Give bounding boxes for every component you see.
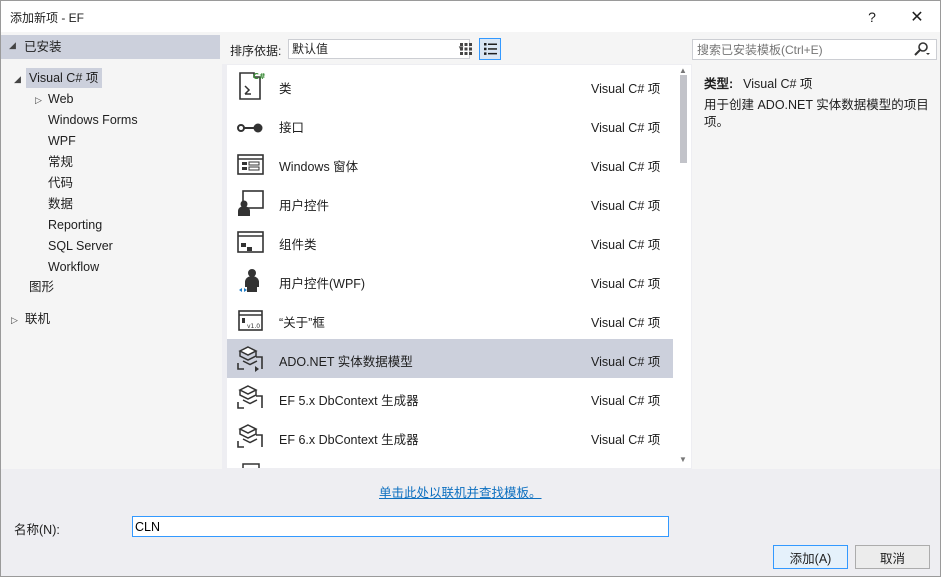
- template-name: “关于”框: [279, 316, 325, 330]
- dbcontext-generator-icon: [237, 424, 263, 448]
- user-control-icon: [238, 190, 264, 216]
- scroll-up-icon[interactable]: ▲: [679, 66, 687, 75]
- add-button[interactable]: 添加(A): [773, 545, 848, 569]
- class-icon: C#: [239, 72, 266, 100]
- tree-node-sql-server[interactable]: SQL Server: [48, 236, 113, 256]
- title-bar: 添加新项 - EF ? ✕: [1, 1, 940, 32]
- template-icon: [242, 463, 260, 468]
- find-templates-online-link[interactable]: 单击此处以联机并查找模板。: [379, 482, 542, 501]
- scrollbar-thumb[interactable]: [680, 75, 687, 163]
- template-name: 用户控件(WPF): [279, 277, 366, 291]
- sort-label: 排序依据:: [230, 44, 282, 58]
- template-row-class[interactable]: C# 类 Visual C# 项: [227, 66, 673, 105]
- type-value: Visual C# 项: [743, 77, 813, 91]
- template-type: Visual C# 项: [591, 433, 661, 447]
- tree-label-installed: 已安装: [24, 40, 62, 54]
- component-class-icon: [237, 231, 264, 253]
- tree-node-workflow[interactable]: Workflow: [48, 257, 99, 277]
- template-type: Visual C# 项: [591, 82, 661, 96]
- template-row-partial[interactable]: [227, 456, 673, 468]
- svg-text:v1.0: v1.0: [247, 323, 260, 330]
- search-icon[interactable]: [914, 42, 930, 59]
- tree-node-wpf[interactable]: WPF: [48, 131, 76, 151]
- svg-text:C#: C#: [253, 72, 266, 81]
- collapse-triangle-icon[interactable]: ◢: [14, 74, 21, 85]
- tree-node-visual-csharp[interactable]: Visual C# 项: [26, 68, 102, 88]
- dbcontext-generator-icon: [237, 385, 263, 409]
- template-name: 组件类: [279, 238, 317, 252]
- template-type: Visual C# 项: [591, 355, 661, 369]
- grid-view-icon: [460, 43, 472, 55]
- template-name: ADO.NET 实体数据模型: [279, 355, 413, 369]
- list-view-button[interactable]: [479, 38, 501, 60]
- template-type: Visual C# 项: [591, 394, 661, 408]
- template-row-ef6-dbcontext[interactable]: EF 6.x DbContext 生成器 Visual C# 项: [227, 417, 673, 456]
- scroll-down-icon[interactable]: ▼: [679, 455, 687, 464]
- template-type-info: 类型: Visual C# 项: [704, 73, 812, 92]
- sort-value: 默认值: [292, 42, 329, 56]
- template-row-user-control[interactable]: 用户控件 Visual C# 项: [227, 183, 673, 222]
- template-list: C# 类 Visual C# 项 接口 Visual C# 项 Windows …: [227, 65, 691, 468]
- type-label: 类型:: [704, 77, 734, 91]
- interface-icon: [237, 123, 263, 133]
- template-type: Visual C# 项: [591, 316, 661, 330]
- template-name: 用户控件: [279, 199, 330, 213]
- template-type: Visual C# 项: [591, 199, 661, 213]
- template-category-tree: ◢ 已安装 Visual C# 项 ◢ ▷ Web Windows Forms …: [1, 32, 222, 469]
- search-input[interactable]: [693, 40, 903, 59]
- tree-node-graphics[interactable]: 图形: [29, 277, 54, 297]
- tree-node-web[interactable]: Web: [48, 89, 73, 109]
- template-search-box[interactable]: [692, 39, 937, 60]
- template-type: Visual C# 项: [591, 160, 661, 174]
- tree-node-installed[interactable]: ◢ 已安装: [1, 35, 220, 59]
- close-button[interactable]: ✕: [894, 1, 940, 32]
- template-name: Windows 窗体: [279, 160, 359, 174]
- details-pane: 类型: Visual C# 项 用于创建 ADO.NET 实体数据模型的项目项。: [692, 32, 940, 469]
- entity-model-icon: [237, 346, 263, 372]
- wpf-user-control-icon: [239, 269, 259, 292]
- list-view-icon: [483, 43, 497, 55]
- template-name: EF 6.x DbContext 生成器: [279, 433, 419, 447]
- template-row-wpf-user-control[interactable]: 用户控件(WPF) Visual C# 项: [227, 261, 673, 300]
- template-name: 类: [279, 82, 292, 96]
- template-type: Visual C# 项: [591, 238, 661, 252]
- template-row-windows-form[interactable]: Windows 窗体 Visual C# 项: [227, 144, 673, 183]
- template-type: Visual C# 项: [591, 277, 661, 291]
- small-icons-view-button[interactable]: [455, 38, 477, 60]
- help-button[interactable]: ?: [849, 1, 895, 32]
- cancel-button[interactable]: 取消: [855, 545, 930, 569]
- tree-node-online[interactable]: 联机: [25, 309, 50, 329]
- template-row-entity-model[interactable]: ADO.NET 实体数据模型 Visual C# 项: [227, 339, 673, 378]
- template-description: 用于创建 ADO.NET 实体数据模型的项目项。: [704, 98, 929, 129]
- tree-node-windows-forms[interactable]: Windows Forms: [48, 110, 138, 130]
- expand-triangle-icon[interactable]: ▷: [35, 95, 42, 106]
- expand-triangle-icon[interactable]: ▷: [11, 315, 18, 326]
- item-name-input[interactable]: [132, 516, 669, 537]
- add-new-item-dialog: 添加新项 - EF ? ✕ ◢ 已安装 Visual C# 项 ◢ ▷ Web …: [0, 0, 941, 577]
- collapse-triangle-icon[interactable]: ◢: [9, 40, 16, 51]
- template-list-scrollbar[interactable]: ▲ ▼: [676, 65, 691, 468]
- window-title: 添加新项 - EF: [10, 11, 84, 25]
- template-name: 接口: [279, 121, 305, 135]
- tree-label: Visual C# 项: [29, 71, 99, 85]
- template-row-ef5-dbcontext[interactable]: EF 5.x DbContext 生成器 Visual C# 项: [227, 378, 673, 417]
- template-row-about-box[interactable]: v1.0 “关于”框 Visual C# 项: [227, 300, 673, 339]
- name-label: 名称(N):: [14, 523, 60, 537]
- about-box-icon: v1.0: [238, 310, 263, 331]
- sort-dropdown[interactable]: 默认值 ▼: [288, 39, 470, 59]
- template-row-interface[interactable]: 接口 Visual C# 项: [227, 105, 673, 144]
- sort-toolbar: 排序依据: 默认值 ▼: [222, 32, 692, 64]
- template-name: EF 5.x DbContext 生成器: [279, 394, 419, 408]
- tree-node-general[interactable]: 常规: [48, 152, 73, 172]
- tree-node-code[interactable]: 代码: [48, 173, 73, 193]
- template-row-component-class[interactable]: 组件类 Visual C# 项: [227, 222, 673, 261]
- windows-form-icon: [237, 154, 264, 175]
- tree-node-reporting[interactable]: Reporting: [48, 215, 102, 235]
- tree-node-data[interactable]: 数据: [48, 194, 73, 214]
- template-type: Visual C# 项: [591, 121, 661, 135]
